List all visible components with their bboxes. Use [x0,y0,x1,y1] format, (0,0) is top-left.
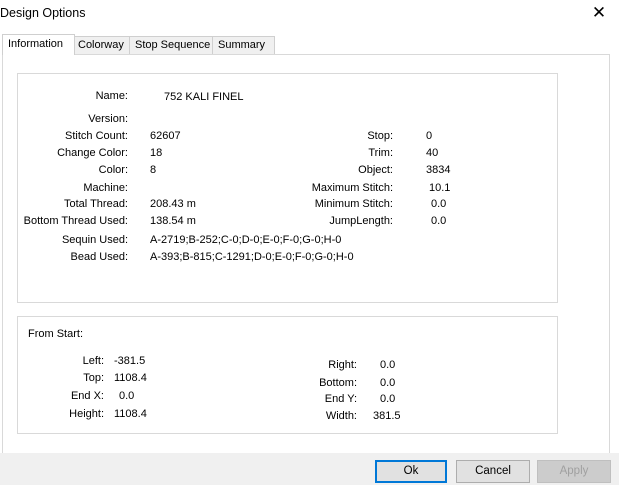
tab-summary[interactable]: Summary [212,36,275,54]
stitch-count-value: 62607 [150,130,181,142]
total-thread-label: Total Thread: [63,198,128,210]
jump-length-value: 0.0 [431,215,447,227]
end-y-label: End Y: [324,393,357,405]
right-label: Right: [328,359,357,371]
tab-colorway[interactable]: Colorway [72,36,132,54]
left-label: Left: [82,355,104,367]
machine-label: Machine: [83,182,128,194]
color-value: 8 [150,164,157,176]
end-x-value: 0.0 [119,390,135,402]
window-title: Design Options [0,6,86,20]
title-bar: Design Options ✕ [0,0,619,28]
close-icon[interactable]: ✕ [589,3,609,23]
left-value: -381.5 [114,355,146,367]
end-y-value: 0.0 [380,393,396,405]
button-bar: Ok Cancel Apply [0,453,619,485]
ok-button[interactable]: Ok [375,460,447,483]
trim-label: Trim: [368,147,393,159]
tab-stop-sequence[interactable]: Stop Sequence [129,36,215,54]
stop-label: Stop: [367,130,393,142]
min-stitch-label: Minimum Stitch: [314,198,393,210]
change-color-value: 18 [150,147,163,159]
right-value: 0.0 [380,359,396,371]
total-thread-value: 208.43 m [150,198,196,210]
tab-information[interactable]: Information [2,34,75,55]
max-stitch-label: Maximum Stitch: [311,182,393,194]
bead-label: Bead Used: [70,251,128,263]
width-label: Width: [325,410,357,422]
sequin-value: A-2719;B-252;C-0;D-0;E-0;F-0;G-0;H-0 [150,234,342,246]
jump-length-label: JumpLength: [329,215,393,227]
end-x-label: End X: [70,390,104,402]
trim-value: 40 [426,147,439,159]
top-value: 1108.4 [114,372,147,384]
object-value: 3834 [426,164,451,176]
object-label: Object: [358,164,393,176]
bottom-value: 0.0 [380,377,396,389]
width-value: 381.5 [373,410,401,422]
name-value: 752 KALI FINEL [164,91,244,103]
height-value: 1108.4 [114,408,147,420]
from-start-title: From Start: [28,328,84,340]
change-color-label: Change Color: [57,147,128,159]
tab-panel-information: Name: 752 KALI FINEL Version: Stitch Cou… [2,54,610,454]
bottom-thread-value: 138.54 m [150,215,196,227]
apply-button[interactable]: Apply [537,460,611,483]
sequin-label: Sequin Used: [61,234,128,246]
bottom-thread-label: Bottom Thread Used: [23,215,128,227]
bead-value: A-393;B-815;C-1291;D-0;E-0;F-0;G-0;H-0 [150,251,354,263]
version-label: Version: [88,113,128,125]
min-stitch-value: 0.0 [431,198,447,210]
stop-value: 0 [426,130,433,142]
max-stitch-value: 10.1 [429,182,451,194]
design-info-group: Name: 752 KALI FINEL Version: Stitch Cou… [17,73,558,303]
stitch-count-label: Stitch Count: [65,130,128,142]
name-label: Name: [95,90,128,102]
height-label: Height: [69,408,104,420]
bottom-label: Bottom: [319,377,357,389]
from-start-group: From Start: Left: -381.5 Top: 1108.4 End… [17,316,558,434]
color-label: Color: [98,164,128,176]
top-label: Top: [83,372,104,384]
cancel-button[interactable]: Cancel [456,460,530,483]
